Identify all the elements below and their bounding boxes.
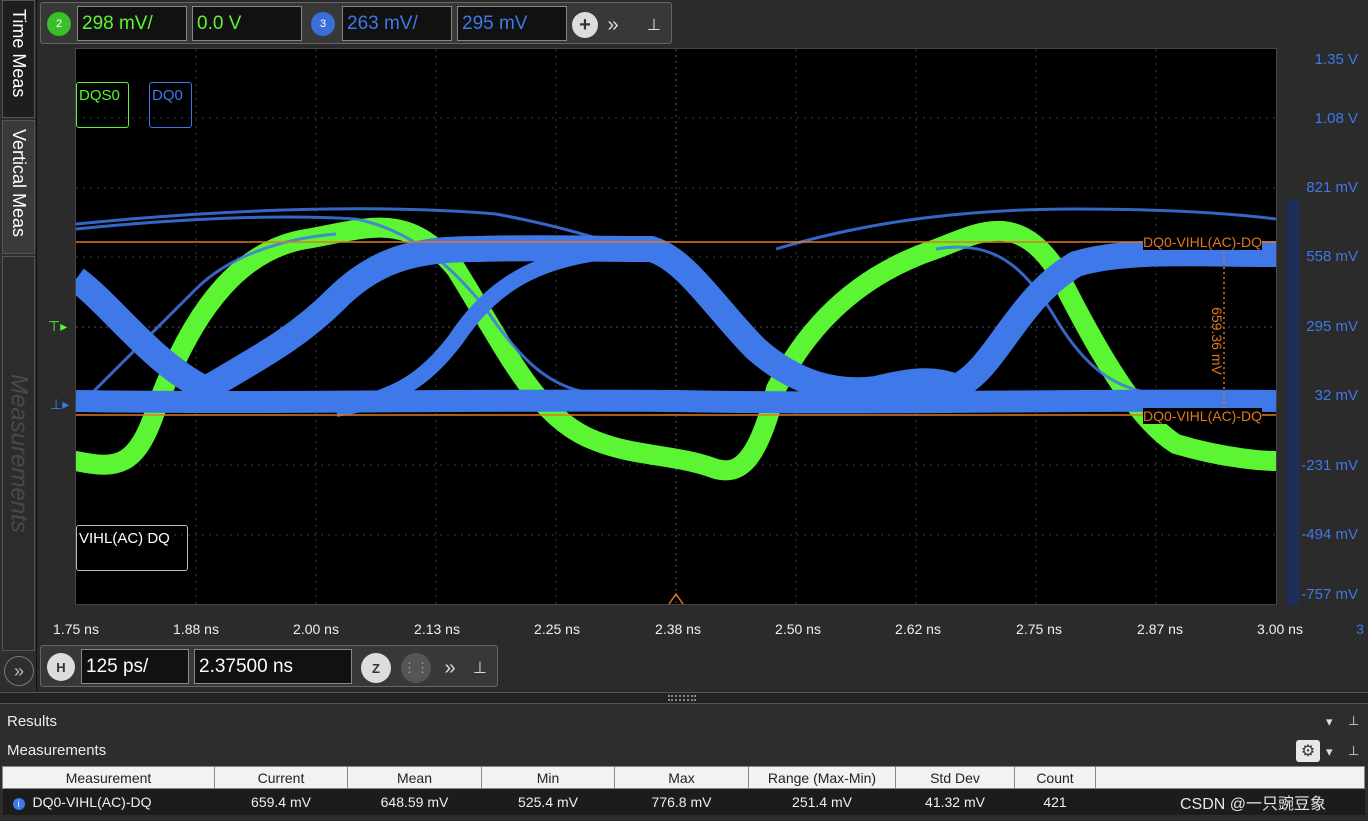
column-header[interactable]: Min	[481, 766, 615, 789]
timebase-field[interactable]: 125 ps/	[81, 649, 189, 684]
results-title: Results	[7, 713, 58, 730]
table-cell: 648.59 mV	[347, 788, 482, 815]
results-panel: Results ▾ ⊥ Measurements ⚙ ▾ ⊥ Measureme…	[0, 704, 1368, 821]
table-header-row: Measurement Current Mean Min Max Range (…	[2, 766, 1365, 789]
table-cell: 41.32 mV	[895, 788, 1015, 815]
y-tick-label: 1.35 V	[1314, 51, 1358, 68]
more-channels-icon[interactable]: »	[600, 12, 626, 38]
x-tick-label: 1.88 ns	[173, 621, 219, 637]
channel-3-ground-marker-icon[interactable]: ⊥▸	[50, 396, 74, 416]
table-row[interactable]: i DQ0-VIHL(AC)-DQ 659.4 mV 648.59 mV 525.…	[2, 788, 1365, 815]
column-header[interactable]: Current	[214, 766, 348, 789]
waveform-display[interactable]	[66, 48, 1286, 605]
tab-vertical-meas[interactable]: Vertical Meas	[2, 120, 35, 254]
pin-icon[interactable]: ⊥	[641, 12, 667, 38]
channel-2-offset-field[interactable]: 0.0 V	[192, 6, 302, 41]
x-tick-label: 2.13 ns	[414, 621, 460, 637]
table-cell: 776.8 mV	[614, 788, 749, 815]
x-axis-edge-text: 3	[1356, 621, 1364, 637]
channel-3-range-bar	[1287, 200, 1299, 605]
channel-3-button[interactable]: 3	[311, 12, 335, 36]
upper-cursor-label: DQ0-VIHL(AC)-DQ	[1143, 234, 1263, 250]
table-cell: 525.4 mV	[481, 788, 615, 815]
x-tick-label: 2.87 ns	[1137, 621, 1183, 637]
zoom-icon[interactable]: Z	[361, 653, 391, 683]
channel-2-scale-field[interactable]: 298 mV/	[77, 6, 187, 41]
results-pin-icon[interactable]: ⊥	[1348, 713, 1359, 729]
column-header-empty	[1095, 766, 1365, 789]
y-tick-label: 1.08 V	[1314, 110, 1358, 127]
oscilloscope-app: Time Meas Vertical Meas Measurements » 2…	[0, 0, 1368, 821]
x-tick-label: 2.75 ns	[1016, 621, 1062, 637]
more-horizontal-icon[interactable]: »	[437, 655, 463, 681]
measurement-name-cell: i DQ0-VIHL(AC)-DQ	[2, 788, 215, 815]
tab-time-meas-label: Time Meas	[9, 9, 29, 98]
channel-3-scale-field[interactable]: 263 mV/	[342, 6, 452, 41]
column-header[interactable]: Measurement	[2, 766, 215, 789]
add-channel-icon[interactable]: +	[572, 12, 598, 38]
acquisition-icon[interactable]: ⋮⋮	[401, 653, 431, 683]
x-tick-label: 2.00 ns	[293, 621, 339, 637]
channel-3-offset-field[interactable]: 295 mV	[457, 6, 567, 41]
dq0-tag[interactable]: DQ0	[149, 82, 192, 128]
channel-2-ground-marker-icon[interactable]: ⊤▸	[48, 318, 72, 338]
column-header[interactable]: Range (Max-Min)	[748, 766, 896, 789]
column-header[interactable]: Count	[1014, 766, 1096, 789]
x-tick-label: 2.25 ns	[534, 621, 580, 637]
side-tab-panel: Time Meas Vertical Meas Measurements »	[0, 0, 37, 691]
horizontal-toolbar: H 125 ps/ 2.37500 ns Z ⋮⋮ » ⊥	[40, 645, 498, 687]
gear-icon[interactable]: ⚙	[1296, 740, 1320, 762]
measurement-tag[interactable]: VIHL(AC) DQ	[76, 525, 188, 571]
y-tick-label: 821 mV	[1306, 179, 1358, 196]
table-cell: 659.4 mV	[214, 788, 348, 815]
horizontal-button[interactable]: H	[47, 653, 75, 681]
x-tick-label: 2.62 ns	[895, 621, 941, 637]
measurements-menu-icon[interactable]: ▾	[1326, 744, 1333, 760]
measurements-pin-icon[interactable]: ⊥	[1348, 743, 1359, 759]
x-tick-label: 1.75 ns	[53, 621, 99, 637]
measurement-name: DQ0-VIHL(AC)-DQ	[32, 793, 152, 810]
results-menu-icon[interactable]: ▾	[1326, 714, 1333, 730]
expand-panel-icon[interactable]: »	[4, 656, 34, 686]
column-header[interactable]: Std Dev	[895, 766, 1015, 789]
info-icon: i	[12, 797, 25, 810]
x-tick-label: 3.00 ns	[1257, 621, 1303, 637]
x-tick-label: 2.38 ns	[655, 621, 701, 637]
channel-toolbar: 2 298 mV/ 0.0 V 3 263 mV/ 295 mV + » ⊥	[40, 2, 672, 44]
table-cell: 421	[1014, 788, 1096, 815]
channel-2-button[interactable]: 2	[47, 12, 71, 36]
lower-cursor-label: DQ0-VIHL(AC)-DQ	[1143, 408, 1263, 424]
tab-time-meas[interactable]: Time Meas	[2, 0, 35, 118]
column-header[interactable]: Mean	[347, 766, 482, 789]
waveform-svg	[66, 49, 1286, 605]
watermark: CSDN @一只豌豆象	[1180, 796, 1327, 813]
dqs0-tag[interactable]: DQS0	[76, 82, 129, 128]
horizontal-position-field[interactable]: 2.37500 ns	[194, 649, 352, 684]
cursor-delta-label: 659.36 mV	[1208, 307, 1225, 375]
panel-splitter[interactable]	[0, 692, 1368, 704]
pin-icon[interactable]: ⊥	[467, 655, 493, 681]
measurements-table: Measurement Current Mean Min Max Range (…	[2, 766, 1365, 815]
measurements-subtitle: Measurements	[7, 742, 107, 759]
table-cell: 251.4 mV	[748, 788, 896, 815]
tab-vertical-meas-label: Vertical Meas	[9, 129, 29, 238]
splitter-grip-icon[interactable]	[668, 695, 696, 701]
tab-measurements[interactable]: Measurements	[2, 256, 35, 651]
x-tick-label: 2.50 ns	[775, 621, 821, 637]
tab-measurements-label: Measurements	[5, 374, 33, 533]
column-header[interactable]: Max	[614, 766, 749, 789]
